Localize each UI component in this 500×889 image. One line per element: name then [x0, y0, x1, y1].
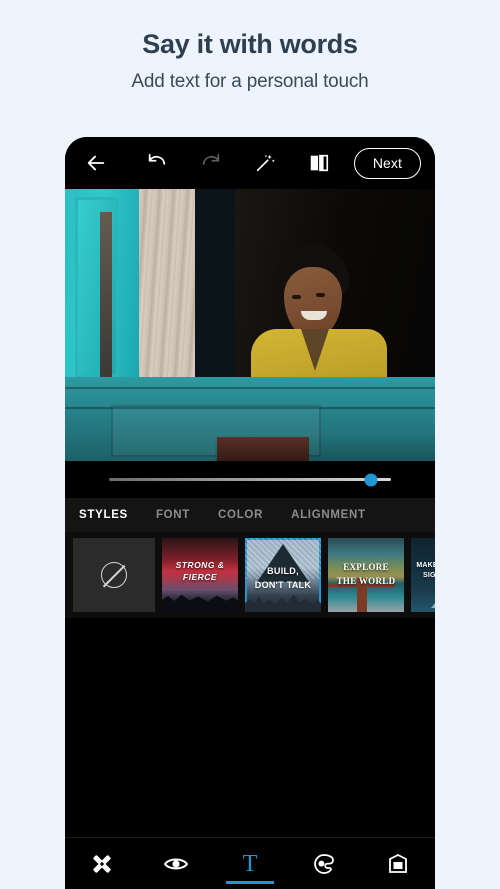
style-thumb-label: FIERCE: [182, 572, 218, 582]
phone-mockup: Next SEE THE GOOD: [65, 137, 435, 889]
style-thumb-none[interactable]: [73, 538, 155, 612]
tab-alignment[interactable]: ALIGNMENT: [291, 509, 366, 521]
style-thumb-make-it-simple[interactable]: MAKE IT SIM SIGNIFIC: [411, 538, 435, 612]
page-title: Say it with words: [142, 29, 358, 59]
nav-frame-border-icon[interactable]: [369, 838, 427, 889]
style-thumb-label: MAKE IT SIM: [416, 562, 435, 569]
nav-eye-looks-icon[interactable]: [147, 838, 205, 889]
active-tab-underline: [226, 881, 274, 884]
magic-wand-icon[interactable]: [248, 146, 282, 180]
bottom-navigation: T: [65, 837, 435, 889]
photo-canvas[interactable]: SEE THE GOOD: [65, 189, 435, 461]
style-thumb-label: STRONG &: [175, 560, 225, 570]
back-arrow-icon[interactable]: [79, 146, 113, 180]
redo-icon[interactable]: [194, 146, 228, 180]
no-style-icon: [101, 562, 127, 588]
style-slider-thumb[interactable]: [364, 473, 378, 486]
tab-styles[interactable]: STYLES: [79, 509, 128, 521]
style-thumb-build-dont-talk[interactable]: BUILD, DON'T TALK: [245, 538, 321, 612]
style-slider-track[interactable]: [109, 473, 391, 486]
promo-header: Say it with words Add text for a persona…: [0, 0, 500, 93]
nav-text-t-icon[interactable]: T: [221, 838, 279, 889]
style-thumb-strong-fierce[interactable]: STRONG & FIERCE: [162, 538, 238, 612]
edited-photo: [65, 189, 435, 461]
page-subtitle: Add text for a personal touch: [131, 70, 369, 92]
text-option-tabs: STYLES FONT COLOR ALIGNMENT: [65, 498, 435, 532]
before-after-compare-icon[interactable]: [302, 146, 336, 180]
nav-blend-paint-icon[interactable]: [295, 838, 353, 889]
next-button[interactable]: Next: [353, 147, 421, 179]
undo-icon[interactable]: [140, 146, 174, 180]
style-thumb-label: SIGNIFIC: [423, 572, 435, 579]
style-thumb-label: EXPLORE: [343, 562, 389, 572]
style-thumbnail-strip[interactable]: STRONG & FIERCE BUILD, DON'T TALK EXPLOR…: [65, 532, 435, 618]
nav-healing-patch-icon[interactable]: [73, 838, 131, 889]
style-thumb-explore-the-world[interactable]: EXPLORE THE WORLD: [328, 538, 404, 612]
toolbar-actions: [140, 146, 336, 180]
text-t-glyph: T: [242, 850, 258, 877]
tab-font[interactable]: FONT: [156, 509, 190, 521]
tab-color[interactable]: COLOR: [218, 509, 263, 521]
editor-toolbar: Next: [65, 137, 435, 189]
opacity-slider-row: [65, 461, 435, 498]
